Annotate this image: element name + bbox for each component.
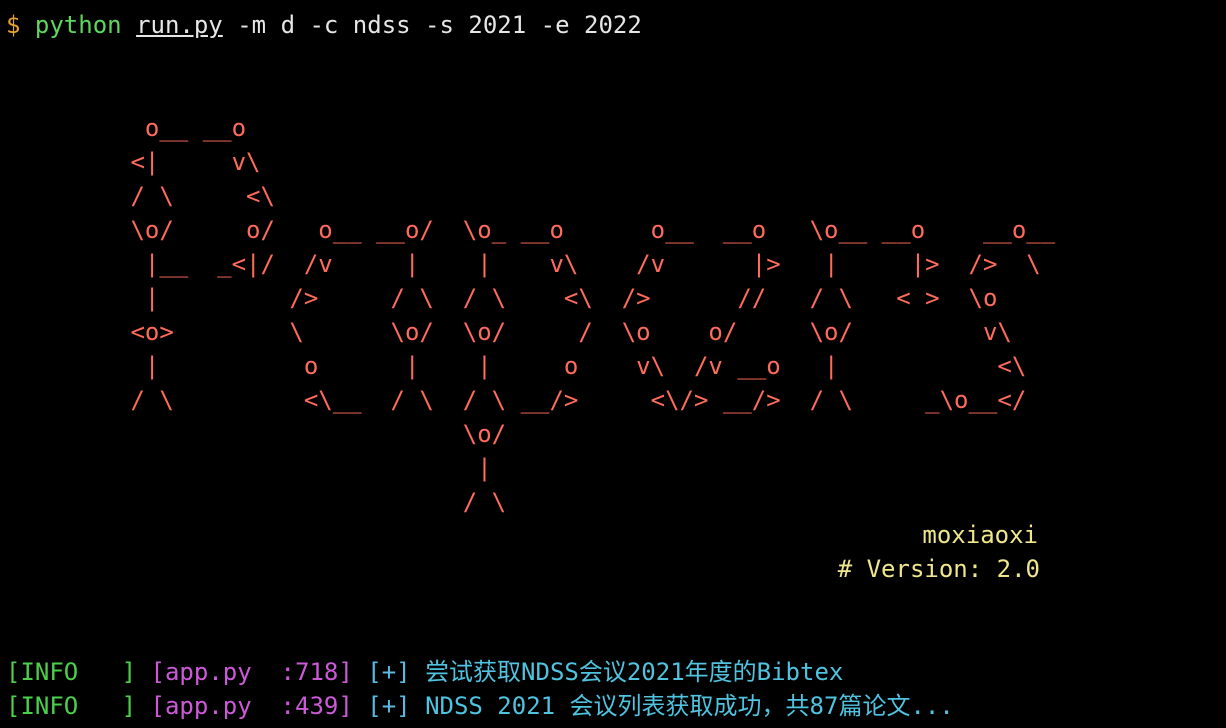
command-line: $ python run.py -m d -c ndss -s 2021 -e … (6, 8, 642, 42)
banner-line: \o/ (116, 420, 507, 448)
banner-line: / \ <\__ / \ / \ __/> <\/> __/> / \ _\o_… (116, 386, 1027, 414)
banner-line: \o/ o/ o__ __o/ \o_ __o o__ __o \o__ __o… (116, 216, 1056, 244)
log-module: [app.py :718] (150, 658, 353, 686)
author-name: moxiaoxi (922, 521, 1038, 549)
log-message: NDSS 2021 会议列表获取成功，共87篇论文... (425, 692, 954, 720)
banner-line: <o> \ \o/ \o/ / \o o/ \o/ v\ (116, 318, 1012, 346)
log-level: [INFO ] (6, 692, 137, 720)
banner-line: o__ __o (116, 114, 247, 142)
log-message: 尝试获取NDSS会议2021年度的Bibtex (425, 658, 844, 686)
terminal-window[interactable]: $ python run.py -m d -c ndss -s 2021 -e … (0, 0, 1226, 728)
log-marker: [+] (367, 692, 411, 720)
version-label: # Version: 2.0 (837, 555, 1040, 583)
log-line: [INFO ] [app.py :439] [+] NDSS 2021 会议列表… (6, 689, 954, 723)
banner-line: / \ (116, 488, 507, 516)
command-executable: python (34, 11, 122, 39)
command-script: run.py (136, 11, 223, 39)
banner-line: / \ <\ (116, 182, 275, 210)
log-level: [INFO ] (6, 658, 137, 686)
banner-line: | o | | o v\ /v __o | <\ (116, 352, 1027, 380)
banner-line: <| v\ (116, 148, 261, 176)
banner-line: | (116, 454, 492, 482)
banner-line: | /> / \ / \ <\ /> // / \ < > \o (116, 284, 998, 312)
banner-line: |__ _<|/ /v | | v\ /v |> | |> /> \ (116, 250, 1041, 278)
log-module: [app.py :439] (150, 692, 353, 720)
command-args: -m d -c ndss -s 2021 -e 2022 (222, 11, 642, 39)
log-line: [INFO ] [app.py :718] [+] 尝试获取NDSS会议2021… (6, 655, 843, 689)
ascii-art-banner: o__ __o <| v\ / \ <\ \o/ o/ o__ __o/ \o_… (116, 111, 1055, 519)
log-marker: [+] (367, 658, 411, 686)
prompt-symbol: $ (6, 11, 21, 39)
